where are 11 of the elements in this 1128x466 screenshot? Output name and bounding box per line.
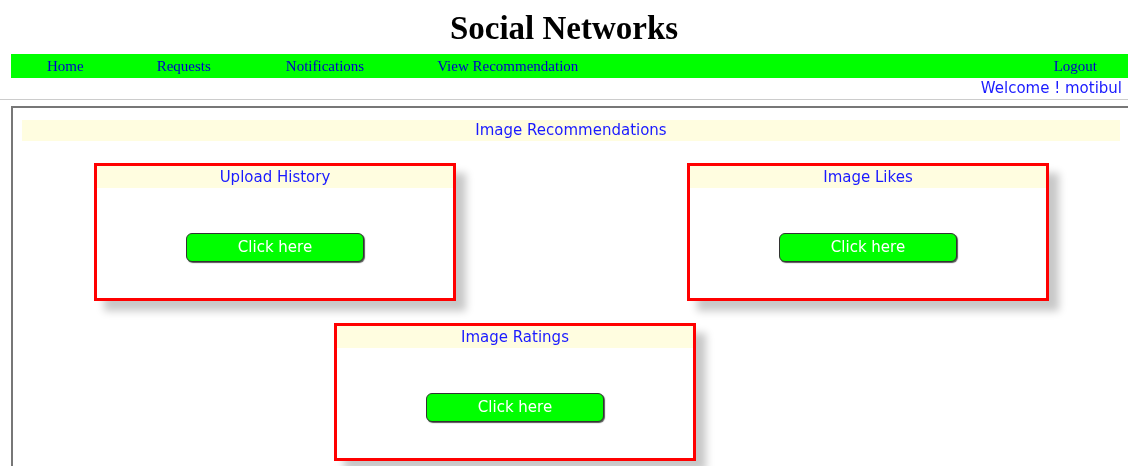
page-title: Social Networks (449, 9, 679, 45)
card-title: Image Ratings (337, 326, 693, 348)
welcome-text: Welcome ! motibul (980, 78, 1122, 100)
card-title: Image Likes (690, 166, 1046, 188)
nav-link[interactable]: View Recommendation (437, 54, 579, 78)
nav-link[interactable]: Notifications (285, 54, 365, 78)
logout-link[interactable]: Logout (1053, 54, 1097, 78)
section-heading: Image Recommendations (22, 120, 1120, 141)
card-title: Upload History (97, 166, 453, 188)
nav-link[interactable]: Home (47, 54, 84, 78)
nav-link[interactable]: Requests (156, 54, 211, 78)
